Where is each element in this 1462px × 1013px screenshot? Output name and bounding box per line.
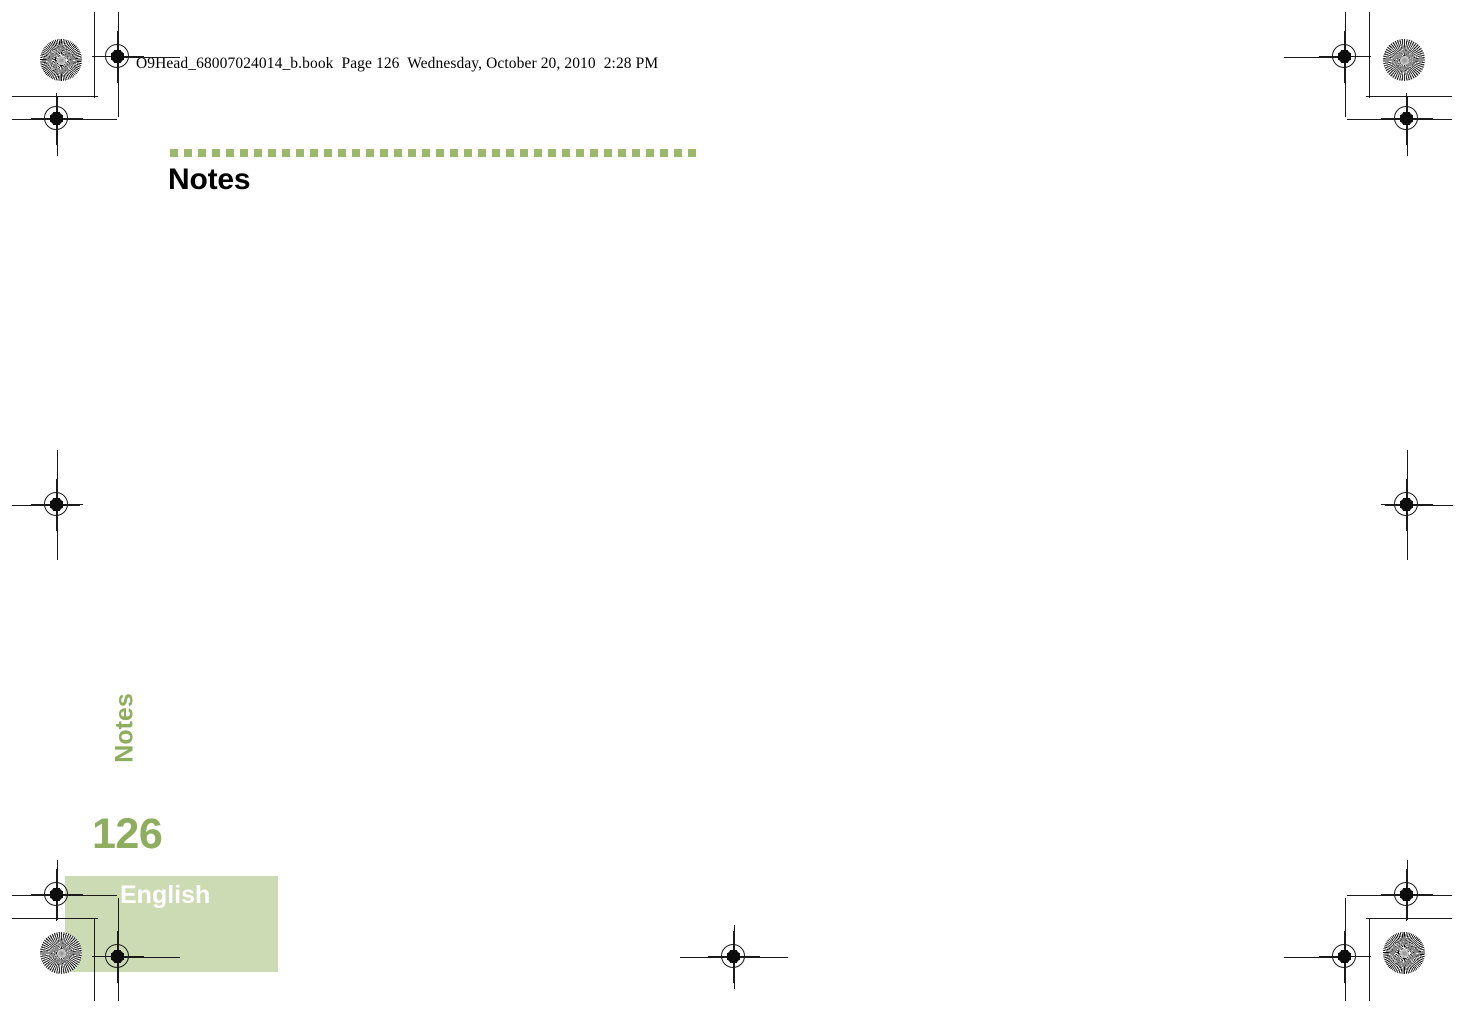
registration-target-icon-bottom-left (92, 931, 144, 983)
star-target-icon-bottom-right (1383, 932, 1425, 974)
registration-target-icon-top-right-lower (1381, 93, 1433, 145)
registration-target-icon-mid-left (31, 479, 83, 531)
registration-target-icon-top-left (92, 31, 144, 83)
star-target-icon-bottom-left (40, 932, 82, 974)
star-target-icon-top-left (40, 39, 82, 81)
page-proof-canvas: O9Head_68007024014_b.book Page 126 Wedne… (0, 0, 1462, 1013)
registration-target-icon-top-right (1319, 31, 1371, 83)
star-target-icon-top-right (1383, 39, 1425, 81)
registration-target-icon-bottom-left-upper (31, 869, 83, 921)
registration-target-icon-top-left-lower (31, 93, 83, 145)
printer-marks-layer (0, 0, 1462, 1013)
registration-target-icon-bottom-center (708, 931, 760, 983)
registration-target-icon-bottom-right-upper (1381, 869, 1433, 921)
registration-target-icon-mid-right (1381, 479, 1433, 531)
registration-target-icon-bottom-right (1319, 931, 1371, 983)
